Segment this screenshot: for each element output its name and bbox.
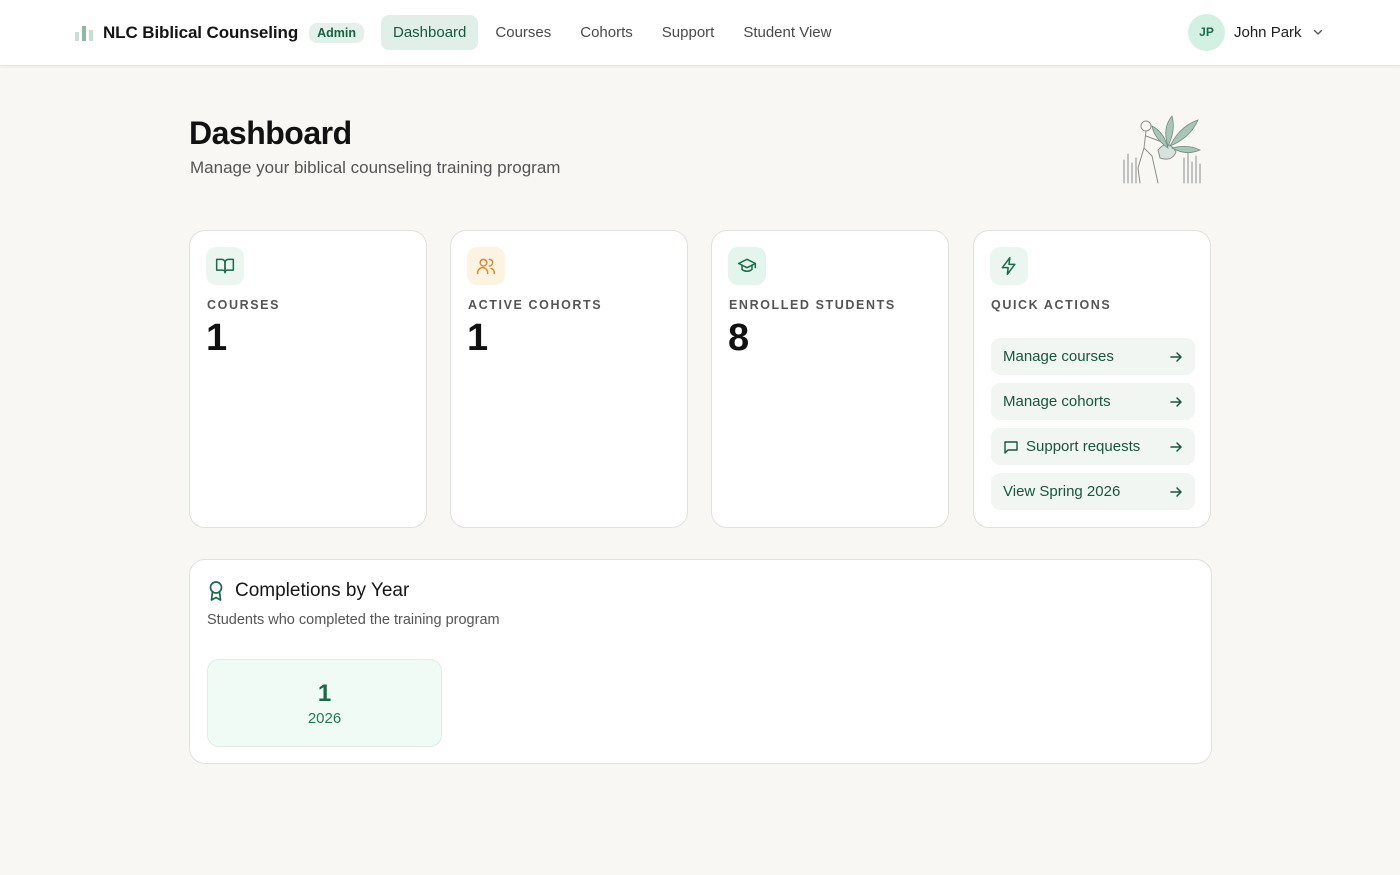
nav-cohorts[interactable]: Cohorts [568,15,645,50]
admin-badge: Admin [309,23,364,43]
arrow-right-icon [1170,486,1182,497]
quick-actions-list: Manage courses Manage cohorts Support re… [991,338,1195,518]
action-label: Manage courses [1003,348,1114,365]
manage-cohorts-button[interactable]: Manage cohorts [991,383,1195,420]
manage-courses-button[interactable]: Manage courses [991,338,1195,375]
users-icon [476,258,496,275]
arrow-right-icon [1170,441,1182,452]
top-navigation-bar: NLC Biblical Counseling Admin Dashboard … [0,0,1400,66]
main-nav: Dashboard Courses Cohorts Support Studen… [381,14,848,50]
page-subtitle: Manage your biblical counseling training… [190,158,561,177]
quick-actions-label: QUICK ACTIONS [991,298,1112,312]
year-completion-tile: 1 2026 [207,659,442,747]
stat-card-active-cohorts: ACTIVE COHORTS 1 [450,230,688,528]
user-menu[interactable]: JP John Park [1188,13,1324,51]
chevron-down-icon [1313,29,1322,35]
stat-label: COURSES [207,298,281,312]
bar-chart-logo-icon [75,26,93,41]
action-label: Support requests [1026,438,1141,455]
book-open-icon [215,258,235,274]
completion-count: 1 [317,680,332,707]
brand-name: NLC Biblical Counseling [103,23,299,42]
stat-value: 1 [467,317,489,359]
stat-value: 1 [206,317,228,359]
arrow-right-icon [1170,351,1182,362]
card-icon-wrap [206,247,244,285]
stat-label: ENROLLED STUDENTS [729,298,896,312]
view-spring-2026-button[interactable]: View Spring 2026 [991,473,1195,510]
award-icon [209,581,223,601]
nav-student-view[interactable]: Student View [731,15,843,50]
nav-dashboard[interactable]: Dashboard [381,14,479,50]
plant-illustration-icon [1123,115,1201,184]
quick-actions-card: QUICK ACTIONS Manage courses Manage coho… [973,230,1211,528]
support-requests-button[interactable]: Support requests [991,428,1195,465]
lightning-icon [1001,256,1016,276]
stat-value: 8 [728,317,750,359]
brand[interactable]: NLC Biblical Counseling Admin [74,19,364,47]
nav-support[interactable]: Support [650,15,727,50]
panel-header: Completions by Year [207,580,409,602]
stat-card-courses: COURSES 1 [189,230,427,528]
panel-subtitle: Students who completed the training prog… [207,612,500,628]
user-name: John Park [1234,23,1302,41]
action-label: View Spring 2026 [1003,483,1121,500]
action-label: Manage cohorts [1003,393,1111,410]
card-icon-wrap [990,247,1028,285]
page-title: Dashboard [189,115,352,151]
card-icon-wrap [728,247,766,285]
arrow-right-icon [1170,396,1182,407]
card-icon-wrap [467,247,505,285]
completion-year: 2026 [307,710,342,727]
graduation-cap-icon [737,258,757,272]
stat-card-enrolled-students: ENROLLED STUDENTS 8 [711,230,949,528]
stat-label: ACTIVE COHORTS [468,298,603,312]
panel-title: Completions by Year [235,580,410,601]
nav-courses[interactable]: Courses [483,15,563,50]
avatar: JP [1188,13,1225,51]
completions-panel: Completions by Year Students who complet… [189,559,1212,764]
message-square-icon [1004,440,1018,454]
